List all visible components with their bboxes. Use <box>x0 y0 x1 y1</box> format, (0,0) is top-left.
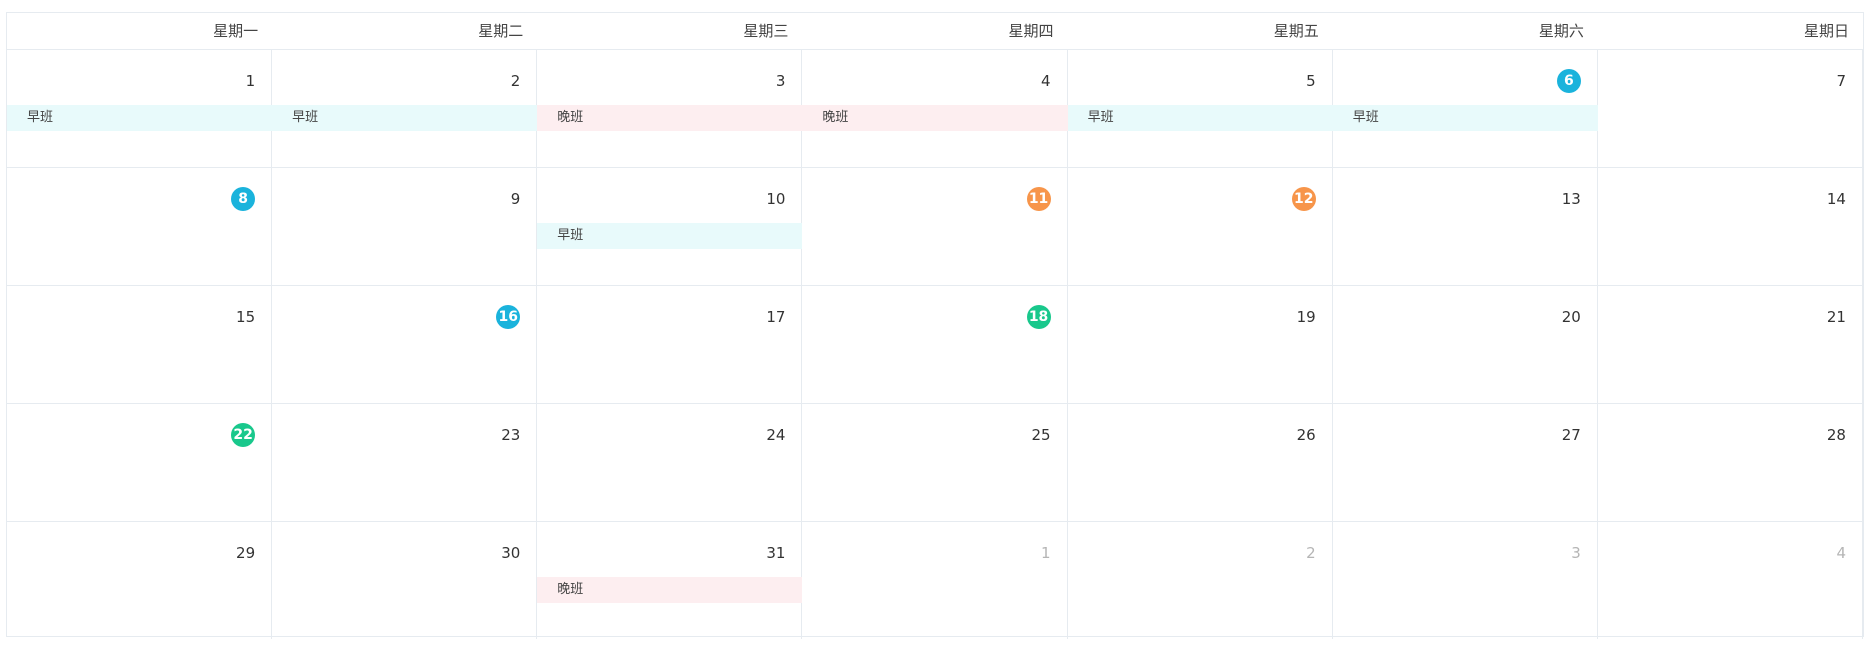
highlighted-date-badge: 18 <box>1026 305 1051 329</box>
date-number: 31 <box>766 544 786 562</box>
calendar-body: 1 2 3 4 5 6 7 早班 早班 晚班 晚班 早班 早班 8 9 10 11 12 13 14 早班 15 16 17 1… <box>7 50 1863 639</box>
week-row: 1 2 3 4 5 6 7 早班 早班 晚班 晚班 早班 早班 <box>7 50 1863 168</box>
morning-shift-event[interactable]: 早班 <box>1332 105 1598 131</box>
day-cell[interactable]: 7 <box>1598 50 1863 167</box>
day-cell[interactable]: 25 <box>802 404 1068 521</box>
morning-shift-event[interactable]: 早班 <box>1067 105 1333 131</box>
date-number: 15 <box>236 308 256 326</box>
day-cell[interactable]: 9 <box>272 168 538 285</box>
date-number: 17 <box>766 308 786 326</box>
day-cell[interactable]: 4 <box>1598 522 1863 639</box>
highlighted-date-badge: 8 <box>231 187 256 211</box>
day-cell[interactable]: 12 <box>1068 168 1333 285</box>
week-row: 29 30 31 1 2 3 4 晚班 <box>7 522 1863 639</box>
date-number: 1 <box>245 72 256 90</box>
highlighted-date-badge: 11 <box>1026 187 1051 211</box>
date-number: 2 <box>1306 544 1316 562</box>
date-number: 9 <box>510 190 521 208</box>
date-number: 4 <box>1836 544 1846 562</box>
day-cell[interactable]: 16 <box>272 286 538 403</box>
day-cell[interactable]: 13 <box>1333 168 1598 285</box>
day-cell[interactable]: 15 <box>7 286 273 403</box>
night-shift-event[interactable]: 晚班 <box>537 105 803 131</box>
day-cell[interactable]: 3 <box>1333 522 1598 639</box>
highlighted-date-badge: 6 <box>1556 69 1581 93</box>
highlighted-date-badge: 16 <box>496 305 521 329</box>
date-number: 23 <box>501 426 521 444</box>
highlighted-date-badge: 22 <box>231 423 256 447</box>
day-cell[interactable]: 14 <box>1598 168 1863 285</box>
morning-shift-event[interactable]: 早班 <box>272 105 538 131</box>
weekday-saturday: 星期六 <box>1538 22 1584 40</box>
day-cell[interactable]: 20 <box>1333 286 1598 403</box>
date-number: 27 <box>1561 426 1581 444</box>
day-cell[interactable]: 18 <box>802 286 1068 403</box>
day-cell[interactable]: 29 <box>7 522 273 639</box>
weekday-thursday: 星期四 <box>1008 22 1054 40</box>
day-cell[interactable]: 8 <box>7 168 273 285</box>
date-number: 13 <box>1561 190 1581 208</box>
date-number: 21 <box>1826 308 1846 326</box>
date-number: 26 <box>1296 426 1316 444</box>
day-cell[interactable]: 11 <box>802 168 1068 285</box>
day-cell[interactable]: 22 <box>7 404 273 521</box>
date-number: 29 <box>236 544 256 562</box>
day-cell[interactable]: 30 <box>272 522 538 639</box>
day-cell[interactable]: 1 <box>802 522 1068 639</box>
highlighted-date-badge: 12 <box>1291 187 1316 211</box>
weekday-sunday: 星期日 <box>1803 22 1849 40</box>
day-cell[interactable]: 26 <box>1068 404 1333 521</box>
day-cell[interactable]: 2 <box>1068 522 1333 639</box>
date-number: 2 <box>510 72 521 90</box>
date-number: 4 <box>1041 72 1051 90</box>
date-number: 28 <box>1826 426 1846 444</box>
month-calendar: 星期一 星期二 星期三 星期四 星期五 星期六 星期日 1 2 3 4 5 6 7 早班 早班晚… <box>6 12 1864 639</box>
week-row: 22 23 24 25 26 27 28 <box>7 404 1863 522</box>
weekday-tuesday: 星期二 <box>478 22 524 40</box>
date-number: 30 <box>501 544 521 562</box>
day-cell[interactable]: 27 <box>1333 404 1598 521</box>
weekday-wednesday: 星期三 <box>743 22 789 40</box>
date-number: 24 <box>766 426 786 444</box>
date-number: 1 <box>1041 544 1051 562</box>
day-cell[interactable]: 21 <box>1598 286 1863 403</box>
day-cell[interactable]: 17 <box>537 286 803 403</box>
date-number: 5 <box>1306 72 1316 90</box>
day-cell[interactable]: 19 <box>1068 286 1333 403</box>
morning-shift-event[interactable]: 早班 <box>537 223 803 249</box>
week-row: 8 9 10 11 12 13 14 早班 <box>7 168 1863 286</box>
date-number: 14 <box>1826 190 1846 208</box>
date-number: 7 <box>1836 72 1846 90</box>
date-number: 10 <box>766 190 786 208</box>
date-number: 3 <box>775 72 786 90</box>
shift-events-layer: 早班 早班 晚班 晚班 早班 早班 <box>7 105 1863 131</box>
night-shift-event[interactable]: 晚班 <box>802 105 1068 131</box>
day-cell[interactable]: 28 <box>1598 404 1863 521</box>
weekday-friday: 星期五 <box>1273 22 1319 40</box>
weekday-monday: 星期一 <box>213 22 259 40</box>
weekday-header: 星期一 星期二 星期三 星期四 星期五 星期六 星期日 <box>7 13 1863 50</box>
day-cell[interactable]: 24 <box>537 404 803 521</box>
week-row: 15 16 17 18 19 20 21 <box>7 286 1863 404</box>
night-shift-event[interactable]: 晚班 <box>537 577 803 603</box>
date-number: 20 <box>1561 308 1581 326</box>
morning-shift-event[interactable]: 早班 <box>7 105 273 131</box>
date-number: 25 <box>1031 426 1051 444</box>
day-cell[interactable]: 23 <box>272 404 538 521</box>
date-number: 19 <box>1296 308 1316 326</box>
date-number: 3 <box>1571 544 1581 562</box>
